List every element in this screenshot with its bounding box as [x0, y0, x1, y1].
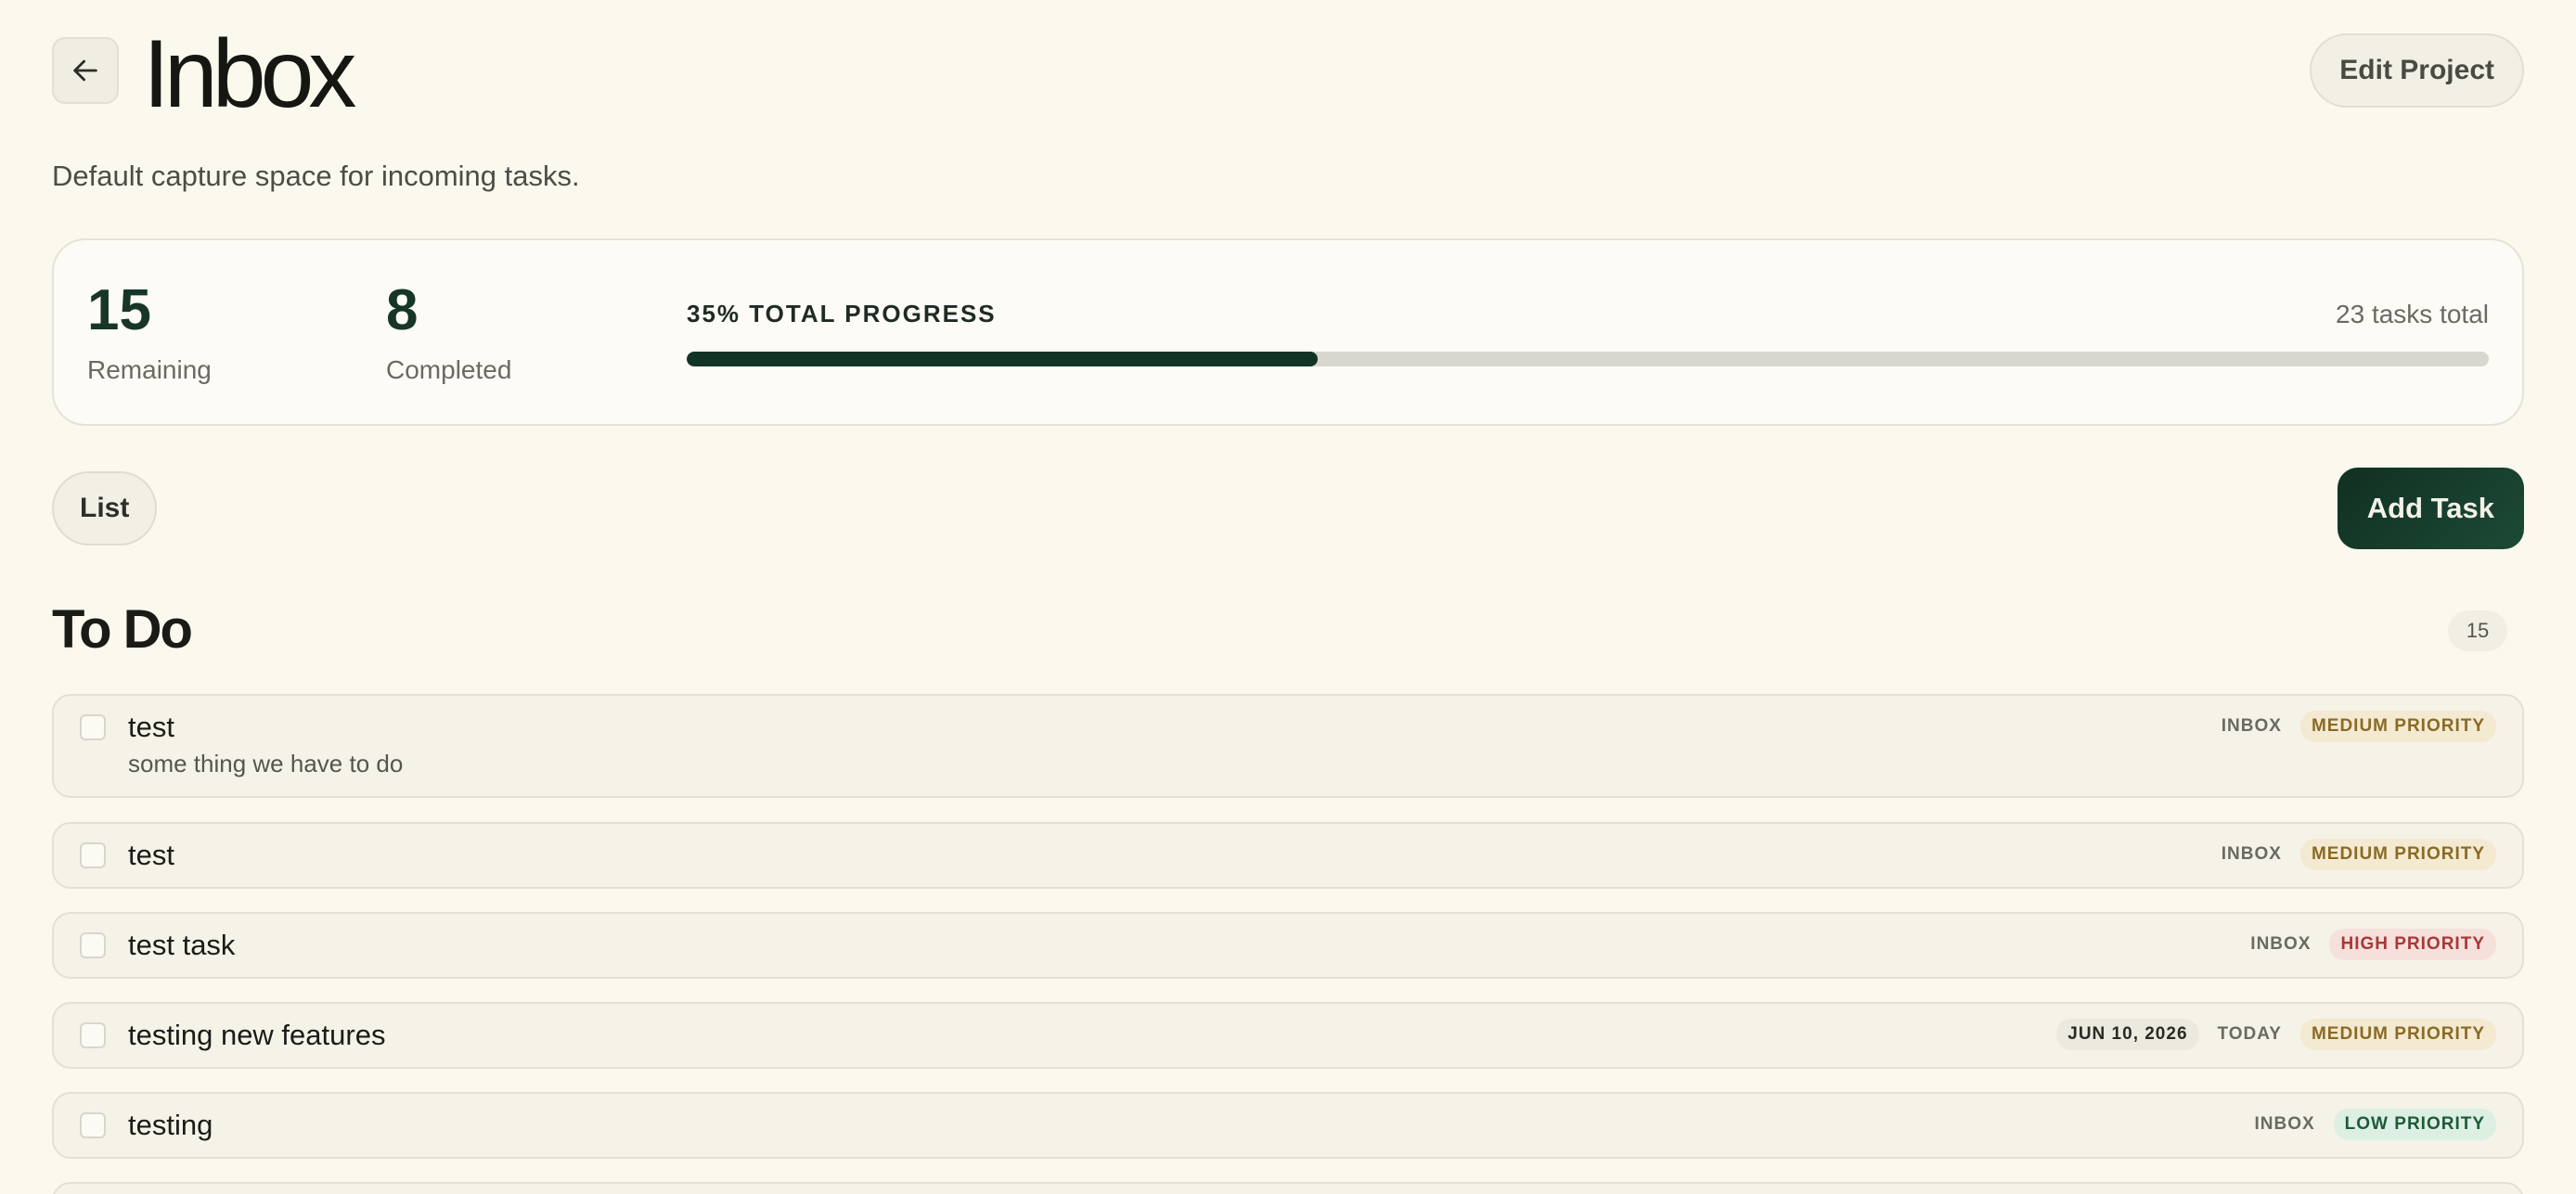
task-checkbox[interactable] [80, 714, 106, 740]
task-tags: INBOX MEDIUM PRIORITY [2222, 839, 2496, 870]
stats-card: 15 Remaining 8 Completed 35% TOTAL PROGR… [52, 238, 2524, 426]
task-tags: INBOX HIGH PRIORITY [2250, 929, 2496, 960]
add-task-button[interactable]: Add Task [2337, 468, 2524, 549]
priority-badge: MEDIUM PRIORITY [2299, 1019, 2496, 1050]
section-count-badge: 15 [2448, 610, 2507, 651]
progress-area: 35% TOTAL PROGRESS 23 tasks total [687, 300, 2489, 366]
project-tag: TODAY [2217, 1024, 2282, 1044]
task-row[interactable]: testing INBOX LOW PRIORITY [52, 1092, 2524, 1159]
project-tag: INBOX [2254, 1114, 2315, 1134]
task-checkbox[interactable] [80, 1022, 106, 1048]
priority-badge: MEDIUM PRIORITY [2299, 839, 2496, 870]
task-checkbox[interactable] [80, 932, 106, 958]
task-row[interactable]: testing new features JUN 10, 2026 TODAY MED… [52, 1002, 2524, 1069]
task-tags: INBOX LOW PRIORITY [2254, 1109, 2496, 1140]
task-title: test [128, 711, 174, 743]
completed-stat: 8 Completed [386, 277, 511, 385]
project-tag: INBOX [2221, 844, 2282, 864]
due-date-badge: JUN 10, 2026 [2056, 1019, 2199, 1050]
task-checkbox[interactable] [80, 1112, 106, 1138]
remaining-count: 15 [87, 278, 151, 342]
back-button[interactable] [52, 37, 119, 104]
arrow-left-icon [73, 59, 97, 82]
task-title: test task [128, 929, 236, 961]
page-title: Inbox [143, 20, 356, 128]
list-view-button[interactable]: List [52, 471, 158, 546]
remaining-label: Remaining [87, 355, 212, 384]
progress-label: 35% TOTAL PROGRESS [687, 300, 997, 327]
task-title: testing new features [128, 1019, 386, 1051]
task-row[interactable]: test some thing we have to do INBOX MEDIUM … [52, 694, 2524, 798]
task-description: some thing we have to do [128, 750, 404, 777]
task-row[interactable]: test task INBOX HIGH PRIORITY [52, 912, 2524, 979]
task-title: testing [128, 1109, 213, 1141]
page-header: Inbox Edit Project [52, 0, 2524, 148]
tasks-total: 23 tasks total [2336, 300, 2489, 328]
completed-label: Completed [386, 355, 512, 384]
edit-project-button[interactable]: Edit Project [2310, 33, 2524, 108]
task-row[interactable] [52, 1182, 2524, 1194]
project-tag: INBOX [2250, 934, 2312, 954]
section-title: To Do [52, 599, 193, 660]
project-description: Default capture space for incoming tasks… [52, 160, 580, 192]
priority-badge: HIGH PRIORITY [2329, 929, 2496, 960]
progress-bar-fill [687, 352, 1318, 366]
task-tags: JUN 10, 2026 TODAY MEDIUM PRIORITY [2056, 1019, 2496, 1050]
task-row[interactable]: test INBOX MEDIUM PRIORITY [52, 822, 2524, 889]
priority-badge: MEDIUM PRIORITY [2299, 711, 2496, 742]
task-title: test [128, 839, 174, 871]
project-page: Inbox Edit Project Default capture space… [0, 0, 2576, 1194]
project-tag: INBOX [2221, 716, 2282, 736]
completed-count: 8 [386, 278, 419, 342]
progress-bar [687, 352, 2489, 366]
remaining-stat: 15 Remaining [87, 277, 212, 385]
priority-badge: LOW PRIORITY [2333, 1109, 2496, 1140]
task-checkbox[interactable] [80, 842, 106, 868]
task-tags: INBOX MEDIUM PRIORITY [2222, 711, 2496, 742]
